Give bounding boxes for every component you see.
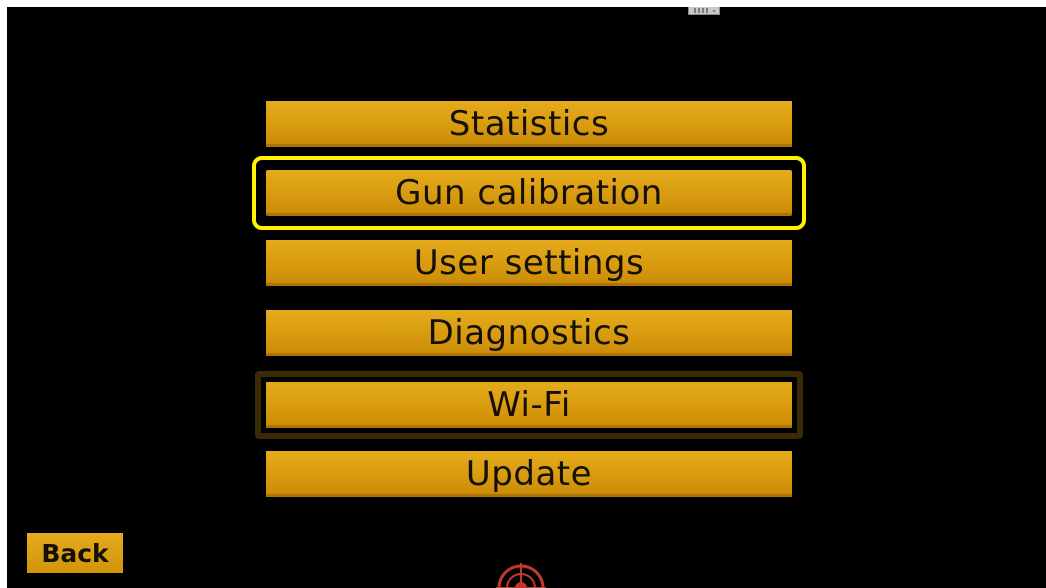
user-settings-button[interactable]: User settings [266,240,792,286]
statistics-button[interactable]: Statistics [266,101,792,147]
crosshair-target-icon[interactable] [496,563,546,588]
window-control-dropdown[interactable]: ⌄ [688,7,720,15]
wifi-button[interactable]: Wi-Fi [255,371,803,439]
grid-icon [694,8,709,13]
gun-calibration-button[interactable]: Gun calibration [252,156,806,230]
update-button[interactable]: Update [266,451,792,497]
app-screen: ⌄ Statistics Gun calibration User settin… [7,7,1046,588]
back-button[interactable]: Back [27,533,123,573]
diagnostics-button[interactable]: Diagnostics [266,310,792,356]
chevron-down-icon: ⌄ [711,7,717,14]
